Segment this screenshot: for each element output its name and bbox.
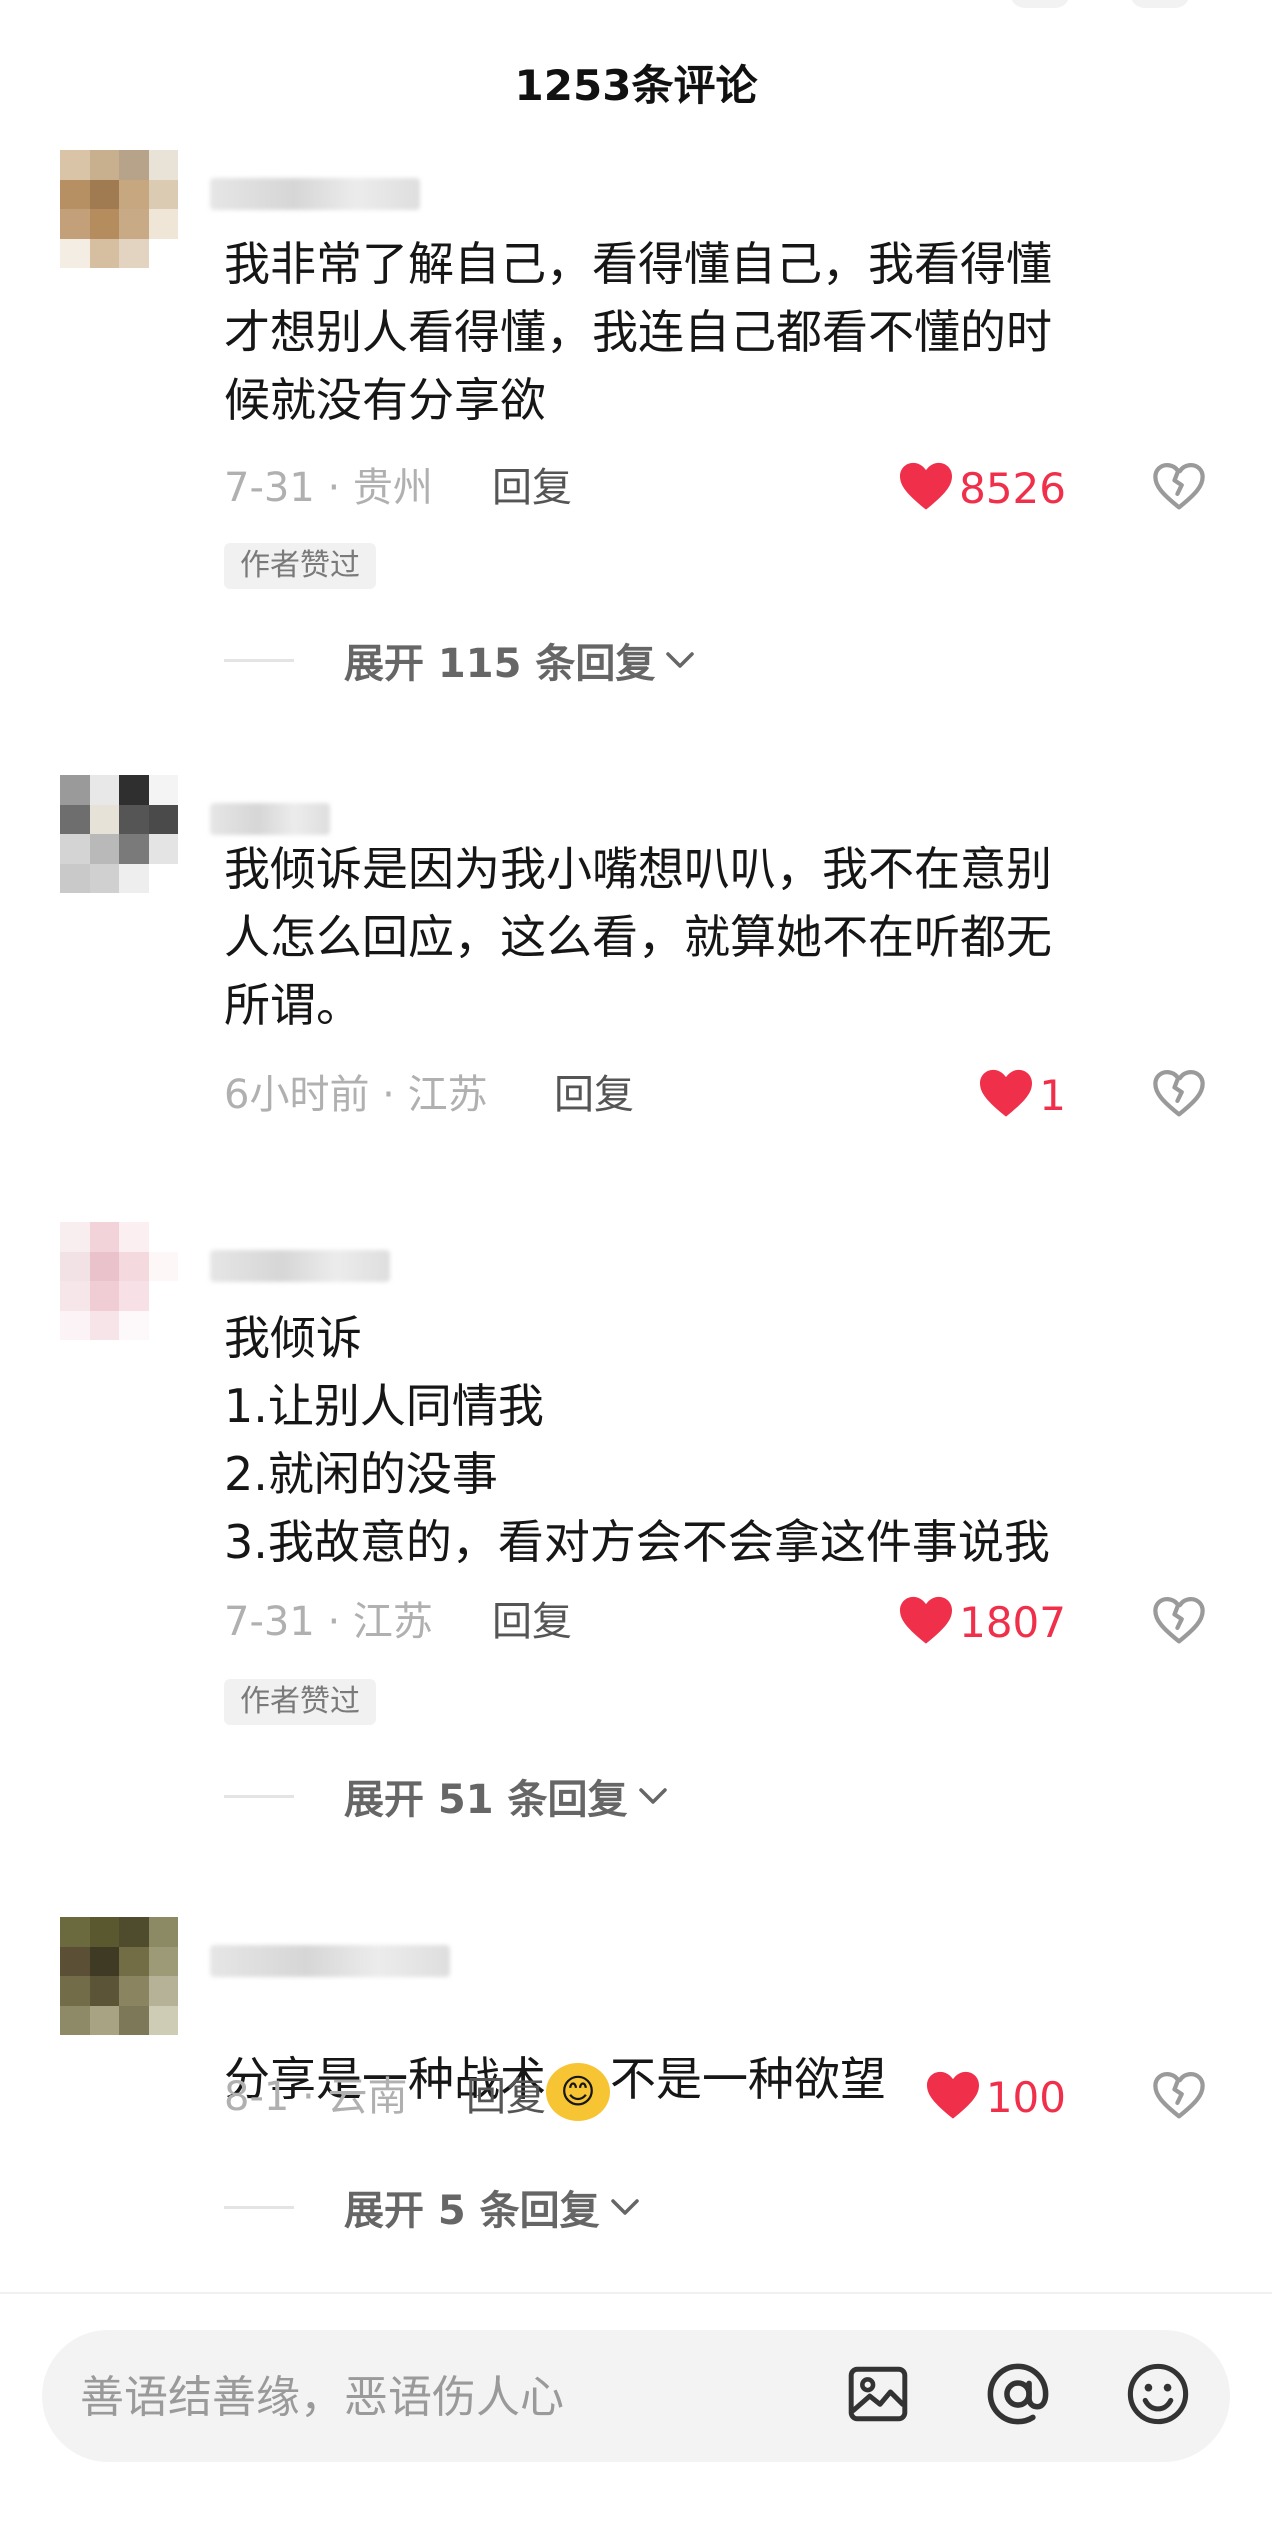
like-count: 8526 [959,463,1066,513]
comment-text: 我倾诉是因为我小嘴想叭叭，我不在意别 人怎么回应，这么看，就算她不在听都无 所谓… [224,842,1052,1032]
like-button[interactable]: 100 [924,2067,1066,2127]
comment-date-location: 8-1 · 云南 [224,2074,408,2120]
top-edge-fragment [1130,0,1190,8]
comment-meta: 6小时前 · 江苏 回复 [224,1065,1224,1125]
author-liked-badge: 作者赞过 [224,1679,376,1725]
top-edge-fragment [1010,0,1070,8]
comment-date-location: 7-31 · 江苏 [224,1599,433,1645]
like-count: 100 [985,2072,1066,2122]
avatar[interactable] [60,1917,178,2035]
emoji-icon [1124,2360,1192,2432]
comment-date-location: 6小时前 · 江苏 [224,1072,488,1118]
expand-replies-label: 展开 115 条回复 [344,641,656,687]
chevron-down-icon [636,1784,670,1808]
username-blurred[interactable] [210,803,330,835]
reply-button[interactable]: 回复 [492,458,572,518]
reply-button[interactable]: 回复 [554,1065,634,1125]
avatar[interactable] [60,150,178,268]
dislike-button[interactable] [1150,1065,1208,1125]
dislike-button[interactable] [1150,458,1208,518]
broken-heart-icon [1152,1068,1206,1122]
heart-icon [977,1067,1035,1123]
expand-replies-button[interactable]: 展开 5 条回复 [224,2177,642,2237]
comment-date-location: 7-31 · 贵州 [224,465,433,511]
comment-text: 我倾诉 1.让别人同情我 2.就闲的没事 3.我故意的，看对方会不会拿这件事说我 [224,1311,1050,1569]
expand-replies-label: 展开 51 条回复 [344,1777,628,1823]
comment-count-title: 1253条评论 [514,61,758,110]
broken-heart-icon [1152,2070,1206,2124]
image-icon [845,2361,911,2431]
author-liked-badge: 作者赞过 [224,543,376,589]
expand-divider-line [224,1794,294,1798]
comment-text: 我非常了解自己，看得懂自己，我看得懂 才想别人看得懂，我连自己都看不懂的时 候就… [224,237,1052,427]
username-blurred[interactable] [210,178,420,210]
comment-input-bar [42,2330,1230,2464]
at-icon [984,2360,1052,2432]
reply-button[interactable]: 回复 [492,1592,572,1652]
comment-meta: 7-31 · 江苏 回复 [224,1592,1224,1652]
avatar[interactable] [60,1222,178,1340]
avatar[interactable] [60,775,178,893]
like-button[interactable]: 1 [977,1065,1066,1125]
like-button[interactable]: 1807 [897,1592,1066,1652]
like-count: 1807 [959,1597,1066,1647]
expand-replies-button[interactable]: 展开 115 条回复 [224,630,697,690]
expand-replies-button[interactable]: 展开 51 条回复 [224,1766,670,1826]
chevron-down-icon [608,2195,642,2219]
expand-divider-line [224,658,294,662]
like-button[interactable]: 8526 [897,458,1066,518]
broken-heart-icon [1152,1595,1206,1649]
emoji-button[interactable] [1122,2360,1194,2432]
username-blurred[interactable] [210,1250,390,1282]
heart-icon [897,460,955,516]
image-button[interactable] [842,2360,914,2432]
heart-icon [897,1594,955,1650]
comment-meta: 8-1 · 云南 回复 [224,2067,1224,2127]
dislike-button[interactable] [1150,1592,1208,1652]
like-count: 1 [1039,1070,1066,1120]
dislike-button[interactable] [1150,2067,1208,2127]
comment-input[interactable] [78,2330,842,2464]
expand-replies-label: 展开 5 条回复 [344,2188,600,2234]
expand-divider-line [224,2205,294,2209]
comment-meta: 7-31 · 贵州 回复 [224,458,1224,518]
chevron-down-icon [663,648,697,672]
username-blurred[interactable] [210,1945,450,1977]
broken-heart-icon [1152,461,1206,515]
reply-button[interactable]: 回复 [466,2067,546,2127]
mention-button[interactable] [982,2360,1054,2432]
bottom-bar-divider [0,2292,1272,2294]
heart-icon [924,2069,982,2125]
